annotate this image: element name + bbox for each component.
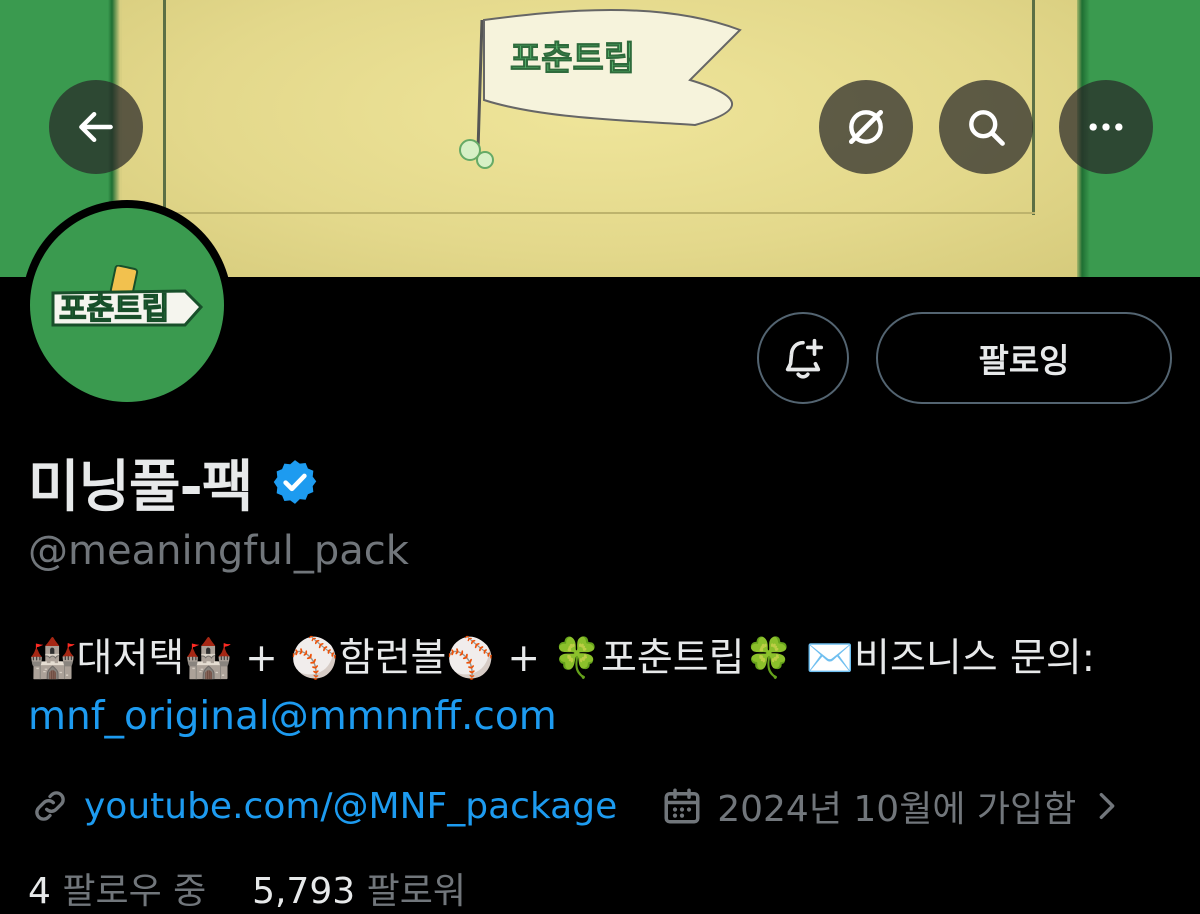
search-button[interactable] [939,80,1033,174]
notifications-button[interactable] [757,312,849,404]
grok-button[interactable] [819,80,913,174]
banner-flag-drawing: 포춘트립 [459,9,742,169]
link-icon [35,791,65,821]
bell-plus-icon [785,338,824,379]
followers-count[interactable]: 5,793 [252,871,355,912]
avatar-logo: 포춘트립 [30,208,224,402]
avatar[interactable]: 포춘트립 [22,200,232,410]
banner-flag-text: 포춘트립 [510,39,635,79]
more-horizontal-icon [1089,123,1123,131]
avatar-logo-text: 포춘트립 [59,292,169,327]
follow-counts: 4 팔로우 중 5,793 팔로워 [28,862,466,914]
website-link[interactable]: youtube.com/@MNF_package [84,786,617,827]
following-button[interactable]: 팔로잉 [876,312,1172,404]
chevron-right-icon[interactable] [1090,789,1124,823]
following-count[interactable]: 4 [28,871,51,912]
calendar-icon [664,788,700,824]
verified-badge-icon [274,460,317,504]
search-icon [969,110,1005,146]
bio-text: 🏰대저택🏰 + ⚾함런볼⚾ + 🍀포춘트립🍀 ✉️비즈니스 문의: [28,636,1095,681]
followers-label[interactable]: 팔로워 [367,871,466,912]
back-button[interactable] [49,80,143,174]
display-name: 미닝풀-팩 [28,454,253,520]
joined-date: 2024년 10월에 가입함 [717,789,1077,830]
arrow-left-icon [79,111,113,143]
profile-meta: youtube.com/@MNF_package 2024년 10월에 가입함 [30,776,1124,836]
profile-name-row: 미닝풀-팩 [28,444,320,520]
profile-bio: 🏰대저택🏰 + ⚾함런볼⚾ + 🍀포춘트립🍀 ✉️비즈니스 문의: mnf_or… [28,630,1178,746]
bio-email-link[interactable]: mnf_original@mmnnff.com [28,694,557,739]
more-button[interactable] [1059,80,1153,174]
grok-slash-icon [848,109,884,145]
profile-handle: @meaningful_pack [28,528,409,574]
following-label[interactable]: 팔로우 중 [62,871,206,912]
